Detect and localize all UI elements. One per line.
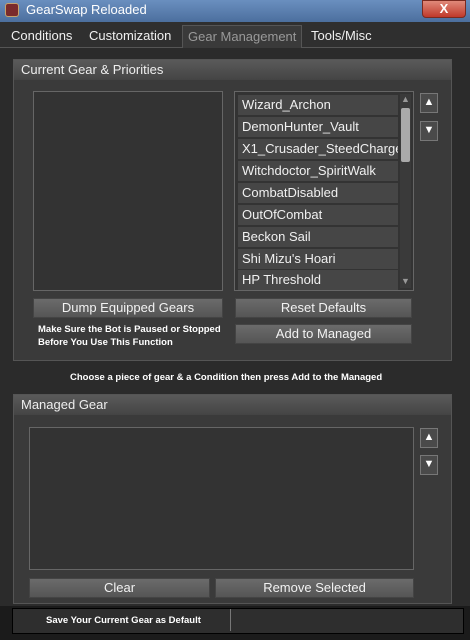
- list-item[interactable]: OutOfCombat: [238, 205, 398, 225]
- remove-selected-button[interactable]: Remove Selected: [215, 578, 414, 598]
- tab-gear-management[interactable]: Gear Management: [182, 25, 303, 48]
- arrow-down-icon: ▼: [423, 458, 435, 470]
- list-item[interactable]: Witchdoctor_SpiritWalk: [238, 161, 398, 181]
- app-icon: [5, 3, 19, 17]
- managed-move-up-button[interactable]: ▲: [420, 428, 438, 448]
- clear-button[interactable]: Clear: [29, 578, 210, 598]
- arrow-up-icon: ▲: [423, 96, 435, 108]
- tab-tools-misc[interactable]: Tools/Misc: [306, 25, 377, 47]
- instruction-text: Choose a piece of gear & a Condition the…: [70, 372, 383, 383]
- scrollbar-thumb[interactable]: [401, 108, 410, 162]
- list-item[interactable]: X1_Crusader_SteedCharge: [238, 139, 398, 159]
- priority-list[interactable]: Wizard_Archon DemonHunter_Vault X1_Crusa…: [234, 91, 414, 291]
- list-item[interactable]: Wizard_Archon: [238, 95, 398, 115]
- list-item[interactable]: DemonHunter_Vault: [238, 117, 398, 137]
- list-item[interactable]: Beckon Sail: [238, 227, 398, 247]
- list-item[interactable]: Shi Mizu's Hoari: [238, 249, 398, 269]
- arrow-up-icon: ▲: [423, 431, 435, 443]
- move-down-button[interactable]: ▼: [420, 121, 438, 141]
- current-gear-header: Current Gear & Priorities: [14, 60, 451, 80]
- managed-gear-list[interactable]: [29, 427, 414, 570]
- scroll-down-icon[interactable]: ▼: [400, 276, 411, 288]
- add-to-managed-button[interactable]: Add to Managed: [235, 324, 412, 344]
- arrow-down-icon: ▼: [423, 124, 435, 136]
- dump-equipped-gears-button[interactable]: Dump Equipped Gears: [33, 298, 223, 318]
- tab-conditions[interactable]: Conditions: [6, 25, 77, 47]
- save-default-label: Save Your Current Gear as Default: [46, 615, 201, 626]
- priority-scrollbar[interactable]: ▲ ▼: [400, 94, 411, 288]
- warning-note: Make Sure the Bot is Paused or Stopped B…: [38, 324, 221, 348]
- list-item[interactable]: CombatDisabled: [238, 183, 398, 203]
- equipped-gear-list[interactable]: [33, 91, 223, 291]
- window-title: GearSwap Reloaded: [26, 2, 147, 17]
- footer-divider: [230, 609, 231, 631]
- tab-customization[interactable]: Customization: [84, 25, 176, 47]
- managed-move-down-button[interactable]: ▼: [420, 455, 438, 475]
- move-up-button[interactable]: ▲: [420, 93, 438, 113]
- list-item[interactable]: HP Threshold: [238, 270, 398, 290]
- reset-defaults-button[interactable]: Reset Defaults: [235, 298, 412, 318]
- scroll-up-icon[interactable]: ▲: [400, 94, 411, 106]
- close-button[interactable]: X: [422, 0, 466, 18]
- managed-gear-header: Managed Gear: [14, 395, 451, 415]
